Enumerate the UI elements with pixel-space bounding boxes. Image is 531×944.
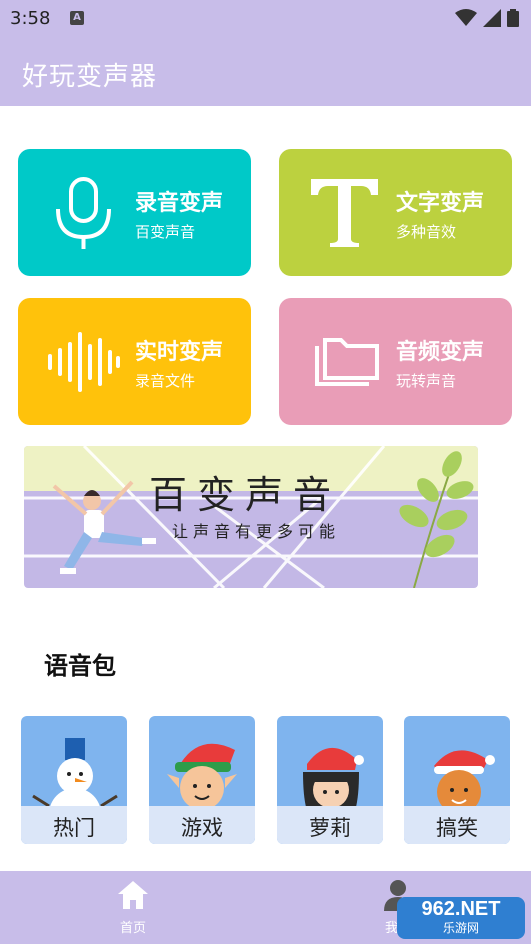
pack-label: 搞笑: [436, 816, 478, 840]
banner-tagline: 让声音有更多可能: [172, 522, 341, 541]
voice-pack-game[interactable]: 游戏: [149, 716, 255, 844]
record-voice-change-card[interactable]: 录音变声 百变声音: [18, 149, 251, 276]
realtime-voice-change-card[interactable]: 实时变声 录音文件: [18, 298, 251, 425]
card-title: 实时变声: [135, 340, 224, 365]
notification-a-icon: A: [70, 11, 84, 25]
status-bar: 3:58 A: [0, 0, 531, 36]
card-title: 文字变声: [396, 191, 485, 216]
leaf-branch-illustration: [399, 451, 474, 588]
voice-pack-funny[interactable]: 搞笑: [404, 716, 510, 844]
text-t-icon: [311, 179, 378, 247]
pack-label: 萝莉: [309, 816, 351, 840]
voice-pack-section-title: 语音包: [44, 652, 116, 680]
microphone-icon: [56, 177, 111, 249]
home-icon: [118, 881, 148, 909]
card-subtitle: 玩转声音: [396, 372, 457, 390]
banner-heading: 百变声音: [149, 473, 342, 517]
nav-home[interactable]: 首页: [93, 879, 173, 936]
text-voice-change-card[interactable]: 文字变声 多种音效: [279, 149, 512, 276]
site-watermark: 962.NET 乐游网: [397, 897, 525, 939]
bottom-navigation: 首页 我的 962.NET 乐游网: [0, 871, 531, 944]
card-title: 音频变声: [396, 340, 485, 365]
audio-voice-change-card[interactable]: 音频变声 玩转声音: [279, 298, 512, 425]
app-header: 好玩变声器: [0, 36, 531, 106]
watermark-brand: 962.NET: [421, 898, 501, 920]
waveform-icon: [48, 332, 120, 392]
status-time: 3:58: [10, 8, 51, 29]
card-subtitle: 录音文件: [135, 372, 196, 390]
pack-label: 热门: [53, 816, 95, 840]
signal-icon: [483, 9, 501, 27]
app-title: 好玩变声器: [22, 62, 158, 92]
nav-home-label: 首页: [119, 921, 146, 936]
battery-icon: [507, 9, 519, 27]
card-subtitle: 多种音效: [396, 223, 457, 241]
watermark-subtitle: 乐游网: [442, 921, 479, 935]
pack-label: 游戏: [181, 816, 223, 840]
voice-pack-hot[interactable]: 热门: [21, 716, 127, 844]
card-title: 录音变声: [135, 191, 224, 216]
promo-banner[interactable]: 百变声音 让声音有更多可能: [24, 446, 478, 588]
card-subtitle: 百变声音: [135, 223, 196, 241]
wifi-icon: [455, 9, 477, 26]
voice-pack-loli[interactable]: 萝莉: [277, 716, 383, 844]
folder-icon: [315, 338, 379, 386]
